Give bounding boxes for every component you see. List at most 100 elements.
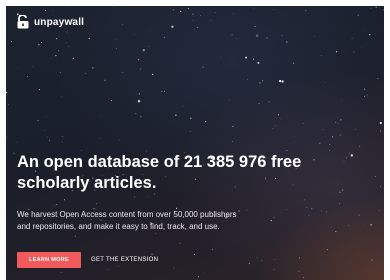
star	[281, 80, 284, 83]
star	[274, 259, 275, 260]
star	[204, 120, 207, 123]
star	[37, 120, 39, 122]
star	[61, 95, 62, 97]
star	[183, 105, 185, 107]
star	[203, 272, 204, 273]
star	[303, 277, 305, 279]
star	[329, 143, 331, 145]
star	[200, 15, 201, 16]
get-extension-link[interactable]: GET THE EXTENSION	[91, 257, 158, 263]
description-line-2: and repositories, and make it easy to fi…	[17, 222, 220, 231]
star	[259, 82, 261, 84]
star	[351, 37, 353, 39]
star	[231, 34, 233, 36]
star	[72, 57, 74, 60]
star	[339, 203, 340, 205]
star	[254, 25, 256, 27]
star	[202, 66, 204, 68]
star	[115, 48, 117, 50]
star	[361, 46, 363, 48]
star	[245, 56, 248, 59]
star	[232, 13, 234, 14]
description-line-1: We harvest Open Access content from over…	[17, 210, 237, 219]
hero-actions: LEARN MORE GET THE EXTENSION	[17, 252, 158, 268]
star	[379, 121, 382, 125]
star	[364, 95, 365, 97]
star	[231, 141, 233, 142]
star	[108, 268, 110, 270]
star	[262, 80, 264, 82]
star	[146, 196, 148, 198]
hero-section: unpaywall An open database of 21 385 976…	[6, 6, 384, 280]
star	[56, 203, 58, 206]
star	[50, 57, 52, 59]
brand-logo[interactable]: unpaywall	[16, 15, 84, 29]
star	[253, 7, 254, 9]
star	[320, 55, 322, 57]
star	[375, 176, 377, 177]
star	[304, 199, 306, 201]
star	[326, 249, 329, 251]
star	[322, 129, 324, 130]
star	[192, 19, 194, 21]
star	[377, 77, 379, 80]
star	[261, 260, 263, 262]
page-headline: An open database of 21 385 976 free scho…	[17, 152, 357, 194]
star	[375, 6, 377, 8]
star	[228, 100, 230, 101]
learn-more-button[interactable]: LEARN MORE	[17, 252, 81, 268]
star	[335, 121, 337, 123]
star	[88, 37, 90, 40]
star	[275, 125, 276, 126]
star	[319, 142, 321, 144]
star	[38, 44, 40, 46]
star	[58, 50, 60, 52]
star	[348, 224, 350, 226]
star	[68, 46, 70, 48]
star	[59, 72, 61, 73]
star	[96, 203, 98, 205]
star	[273, 9, 274, 10]
star	[45, 116, 47, 118]
star	[6, 136, 8, 138]
star	[379, 130, 381, 132]
star	[277, 114, 280, 116]
star	[137, 99, 141, 103]
star	[46, 136, 48, 138]
star	[279, 79, 282, 83]
star	[220, 56, 222, 58]
star	[330, 226, 332, 228]
star	[266, 37, 268, 39]
star	[189, 131, 191, 133]
star	[175, 114, 177, 116]
star	[122, 72, 124, 73]
star	[256, 257, 258, 259]
star	[148, 46, 150, 48]
star	[27, 75, 28, 77]
star	[11, 41, 12, 43]
star	[32, 66, 34, 68]
star	[173, 267, 175, 269]
star	[60, 271, 62, 274]
star	[378, 209, 380, 212]
star	[63, 199, 65, 201]
star	[357, 14, 359, 16]
star	[194, 253, 196, 255]
star	[268, 101, 270, 103]
star	[306, 207, 308, 209]
star	[139, 68, 141, 70]
unlocked-padlock-icon	[17, 15, 29, 29]
star	[84, 73, 86, 74]
star	[66, 31, 68, 33]
star	[298, 257, 301, 259]
star	[74, 235, 76, 237]
star	[137, 59, 139, 61]
star	[340, 119, 342, 121]
star	[149, 30, 151, 32]
star	[6, 91, 8, 94]
star	[273, 269, 275, 270]
star	[363, 225, 364, 227]
star	[314, 36, 315, 37]
star	[135, 113, 137, 115]
star	[52, 9, 54, 11]
